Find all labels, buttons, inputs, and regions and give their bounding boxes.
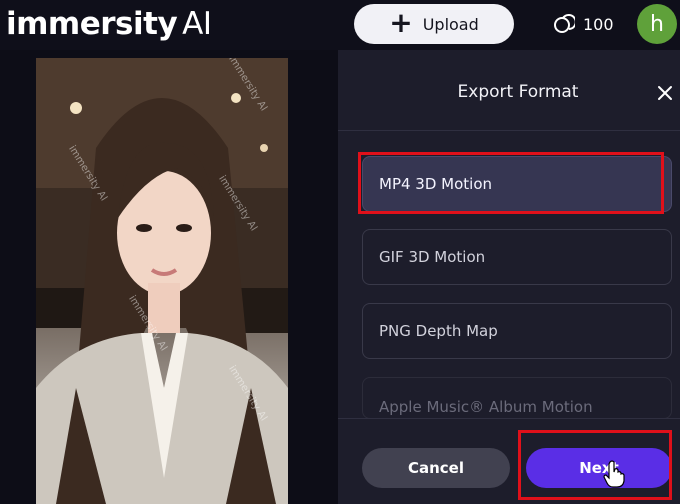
upload-button[interactable]: + Upload: [354, 4, 514, 44]
preview-image: immersity AI immersity AI immersity AI i…: [36, 58, 288, 504]
credits-counter[interactable]: 100: [553, 8, 614, 40]
plus-icon: +: [389, 5, 413, 39]
option-gif-3d-motion[interactable]: GIF 3D Motion: [362, 229, 672, 285]
portrait-illustration: [36, 58, 288, 504]
option-label: MP4 3D Motion: [379, 175, 493, 193]
close-icon: [658, 86, 672, 100]
coins-icon: [554, 14, 575, 33]
cancel-label: Cancel: [407, 459, 464, 477]
logo-text: immersity: [6, 6, 178, 42]
top-bar: immersity AI + Upload 100 h: [0, 0, 680, 50]
panel-header: Export Format: [338, 50, 680, 131]
avatar-initial: h: [650, 11, 664, 37]
option-label: GIF 3D Motion: [379, 248, 486, 266]
next-button[interactable]: Next: [526, 448, 672, 488]
option-label: Apple Music® Album Motion: [379, 398, 593, 416]
export-panel: Export Format MP4 3D Motion GIF 3D Motio…: [338, 50, 680, 504]
app-logo[interactable]: immersity AI: [6, 2, 212, 46]
hand-pointer-icon: [603, 460, 625, 488]
logo-ai-text: AI: [182, 6, 212, 42]
credits-value: 100: [583, 14, 614, 34]
footer-divider: [338, 418, 680, 419]
upload-label: Upload: [422, 14, 479, 34]
user-avatar[interactable]: h: [637, 4, 677, 44]
panel-title: Export Format: [457, 82, 579, 102]
option-mp4-3d-motion[interactable]: MP4 3D Motion: [362, 156, 672, 212]
option-apple-music-album-motion[interactable]: Apple Music® Album Motion: [362, 377, 672, 419]
option-label: PNG Depth Map: [379, 322, 498, 340]
option-png-depth-map[interactable]: PNG Depth Map: [362, 303, 672, 359]
close-button[interactable]: [650, 78, 680, 108]
cancel-button[interactable]: Cancel: [362, 448, 510, 488]
